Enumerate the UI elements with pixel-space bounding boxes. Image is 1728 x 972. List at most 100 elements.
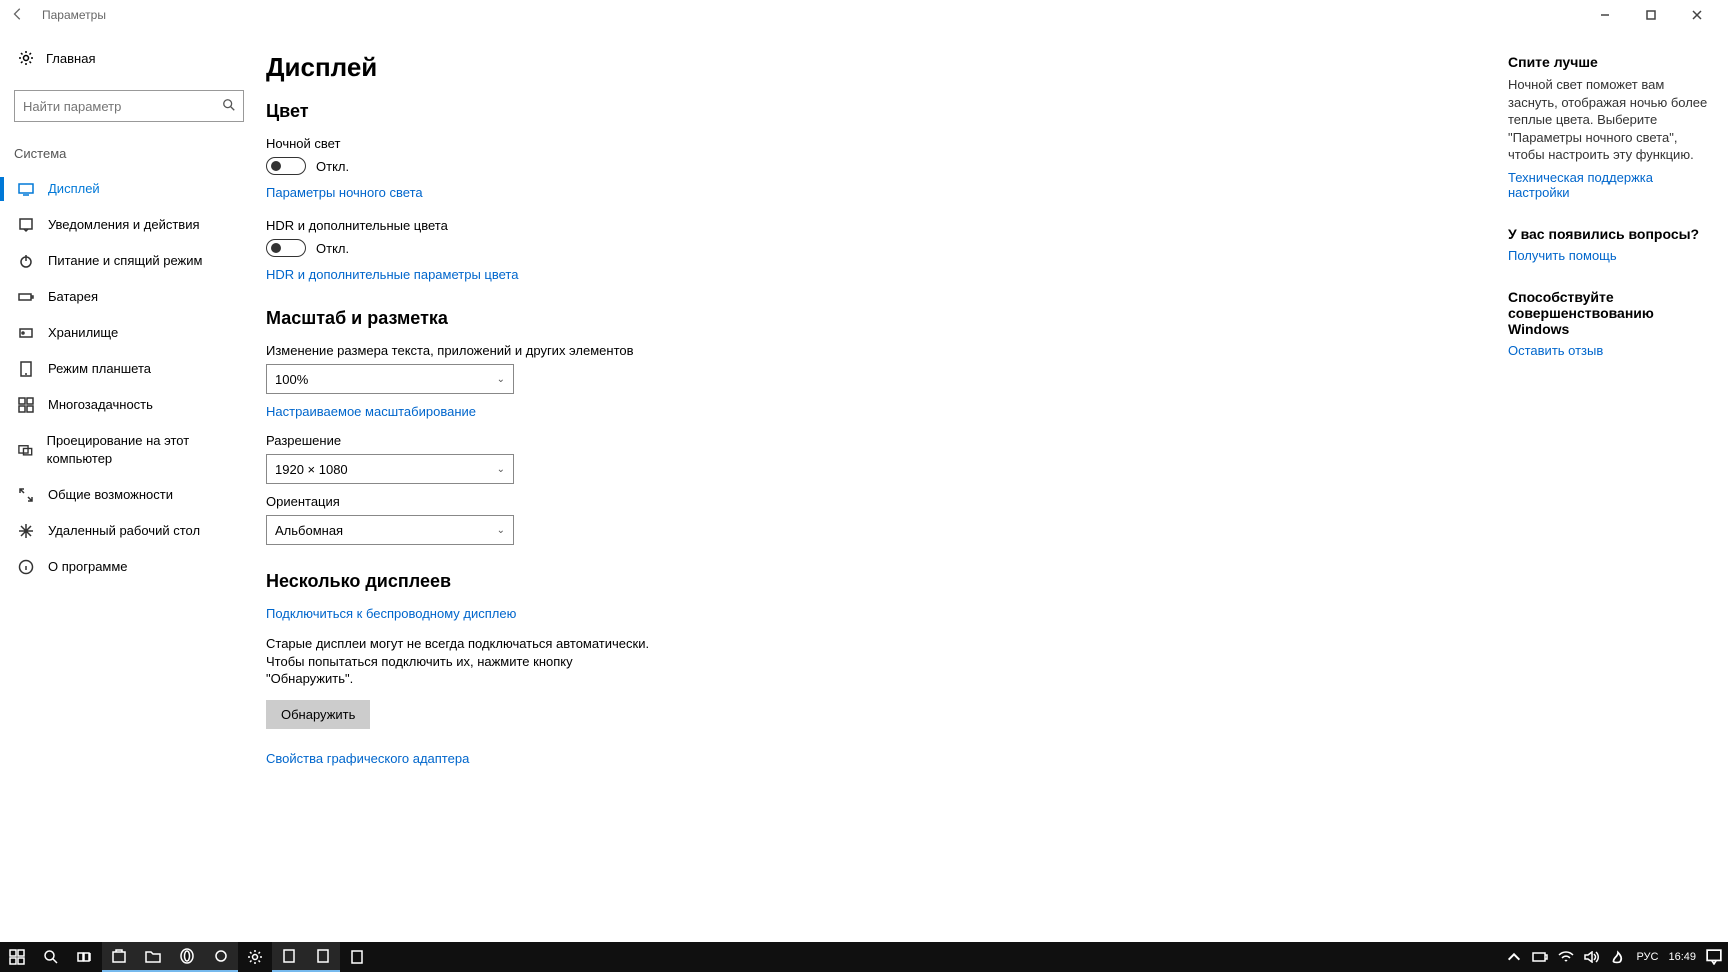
sleep-better-title: Спите лучше — [1508, 54, 1708, 70]
chevron-down-icon: ⌄ — [497, 464, 505, 475]
resolution-label: Разрешение — [266, 433, 1468, 448]
wireless-display-link[interactable]: Подключиться к беспроводному дисплею — [266, 606, 516, 621]
get-help-link[interactable]: Получить помощь — [1508, 248, 1617, 263]
night-light-label: Ночной свет — [266, 136, 1468, 151]
resolution-dropdown[interactable]: 1920 × 1080 ⌄ — [266, 454, 514, 484]
multitask-icon — [18, 397, 34, 413]
back-button[interactable] — [8, 7, 28, 24]
sidebar-item-label: Удаленный рабочий стол — [48, 522, 200, 540]
sleep-better-desc: Ночной свет поможет вам заснуть, отображ… — [1508, 76, 1708, 164]
notification-icon — [18, 217, 34, 233]
tray-clock[interactable]: 16:49 — [1668, 951, 1696, 963]
sidebar-item-label: Дисплей — [48, 180, 100, 198]
sidebar-item-label: Проецирование на этот компьютер — [47, 432, 240, 468]
title-bar: Параметры — [0, 0, 1728, 30]
sidebar-item-display[interactable]: Дисплей — [0, 171, 258, 207]
taskbar-app-settings[interactable] — [238, 942, 272, 972]
questions-title: У вас появились вопросы? — [1508, 226, 1708, 242]
remote-icon — [18, 523, 34, 539]
scale-value: 100% — [275, 372, 308, 387]
power-icon — [18, 253, 34, 269]
help-pane: Спите лучше Ночной свет поможет вам засн… — [1508, 30, 1728, 942]
sidebar-item-battery[interactable]: Батарея — [0, 279, 258, 315]
scale-label: Изменение размера текста, приложений и д… — [266, 343, 1468, 358]
sidebar-group-title: Система — [0, 140, 258, 171]
tablet-icon — [18, 361, 34, 377]
taskbar-app-generic4[interactable] — [340, 942, 374, 972]
tray-app-icon[interactable] — [1610, 949, 1626, 965]
section-multi-heading: Несколько дисплеев — [266, 571, 1468, 592]
sidebar-item-tablet[interactable]: Режим планшета — [0, 351, 258, 387]
night-light-toggle[interactable] — [266, 157, 306, 175]
sidebar-item-label: Батарея — [48, 288, 98, 306]
scale-dropdown[interactable]: 100% ⌄ — [266, 364, 514, 394]
hdr-settings-link[interactable]: HDR и дополнительные параметры цвета — [266, 267, 518, 282]
custom-scale-link[interactable]: Настраиваемое масштабирование — [266, 404, 476, 419]
home-button[interactable]: Главная — [0, 42, 258, 74]
taskbar-app-generic1[interactable] — [204, 942, 238, 972]
night-light-state: Откл. — [316, 159, 349, 174]
tray-chevron-up-icon[interactable] — [1506, 949, 1522, 965]
shared-icon — [18, 487, 34, 503]
sidebar-item-remote[interactable]: Удаленный рабочий стол — [0, 513, 258, 549]
taskbar-app-opera[interactable] — [170, 942, 204, 972]
improve-title: Способствуйте совершенствованию Windows — [1508, 289, 1708, 337]
home-label: Главная — [46, 51, 95, 66]
taskbar-app-explorer[interactable] — [136, 942, 170, 972]
taskbar-search-button[interactable] — [34, 942, 68, 972]
sidebar: Главная Система Дисплей Уведомления и де… — [0, 30, 258, 942]
sidebar-item-storage[interactable]: Хранилище — [0, 315, 258, 351]
gear-icon — [18, 50, 34, 66]
section-color-heading: Цвет — [266, 101, 1468, 122]
sidebar-item-shared[interactable]: Общие возможности — [0, 477, 258, 513]
page-title: Дисплей — [266, 52, 1468, 83]
sleep-support-link[interactable]: Техническая поддержка настройки — [1508, 170, 1708, 200]
taskbar-app-generic2[interactable] — [272, 942, 306, 972]
resolution-value: 1920 × 1080 — [275, 462, 348, 477]
sidebar-item-power[interactable]: Питание и спящий режим — [0, 243, 258, 279]
hdr-toggle[interactable] — [266, 239, 306, 257]
night-light-settings-link[interactable]: Параметры ночного света — [266, 185, 423, 200]
search-icon — [222, 98, 236, 115]
taskbar: РУС 16:49 — [0, 942, 1728, 972]
battery-icon — [18, 289, 34, 305]
tray-action-center-icon[interactable] — [1706, 949, 1722, 965]
section-scale-heading: Масштаб и разметка — [266, 308, 1468, 329]
task-view-button[interactable] — [68, 942, 102, 972]
orientation-label: Ориентация — [266, 494, 1468, 509]
sidebar-item-project[interactable]: Проецирование на этот компьютер — [0, 423, 258, 477]
sidebar-item-label: Многозадачность — [48, 396, 153, 414]
sidebar-item-label: Хранилище — [48, 324, 118, 342]
hdr-state: Откл. — [316, 241, 349, 256]
maximize-button[interactable] — [1628, 0, 1674, 30]
tray-volume-icon[interactable] — [1584, 949, 1600, 965]
sidebar-item-multitask[interactable]: Многозадачность — [0, 387, 258, 423]
taskbar-app-generic3[interactable] — [306, 942, 340, 972]
orientation-dropdown[interactable]: Альбомная ⌄ — [266, 515, 514, 545]
taskbar-app-store[interactable] — [102, 942, 136, 972]
detect-description: Старые дисплеи могут не всегда подключат… — [266, 635, 656, 688]
feedback-link[interactable]: Оставить отзыв — [1508, 343, 1603, 358]
sidebar-item-notifications[interactable]: Уведомления и действия — [0, 207, 258, 243]
chevron-down-icon: ⌄ — [497, 374, 505, 385]
start-button[interactable] — [0, 942, 34, 972]
chevron-down-icon: ⌄ — [497, 525, 505, 536]
project-icon — [18, 442, 33, 458]
tray-battery-icon[interactable] — [1532, 949, 1548, 965]
sidebar-item-label: Режим планшета — [48, 360, 151, 378]
search-box[interactable] — [14, 90, 244, 122]
tray-language[interactable]: РУС — [1636, 951, 1658, 963]
close-button[interactable] — [1674, 0, 1720, 30]
minimize-button[interactable] — [1582, 0, 1628, 30]
search-input[interactable] — [14, 90, 244, 122]
sidebar-item-label: Питание и спящий режим — [48, 252, 202, 270]
sidebar-item-label: Общие возможности — [48, 486, 173, 504]
adapter-properties-link[interactable]: Свойства графического адаптера — [266, 751, 469, 766]
hdr-label: HDR и дополнительные цвета — [266, 218, 1468, 233]
orientation-value: Альбомная — [275, 523, 343, 538]
detect-button[interactable]: Обнаружить — [266, 700, 370, 729]
tray-wifi-icon[interactable] — [1558, 949, 1574, 965]
sidebar-item-label: Уведомления и действия — [48, 216, 200, 234]
sidebar-item-about[interactable]: О программе — [0, 549, 258, 585]
main-content: Дисплей Цвет Ночной свет Откл. Параметры… — [258, 30, 1508, 942]
